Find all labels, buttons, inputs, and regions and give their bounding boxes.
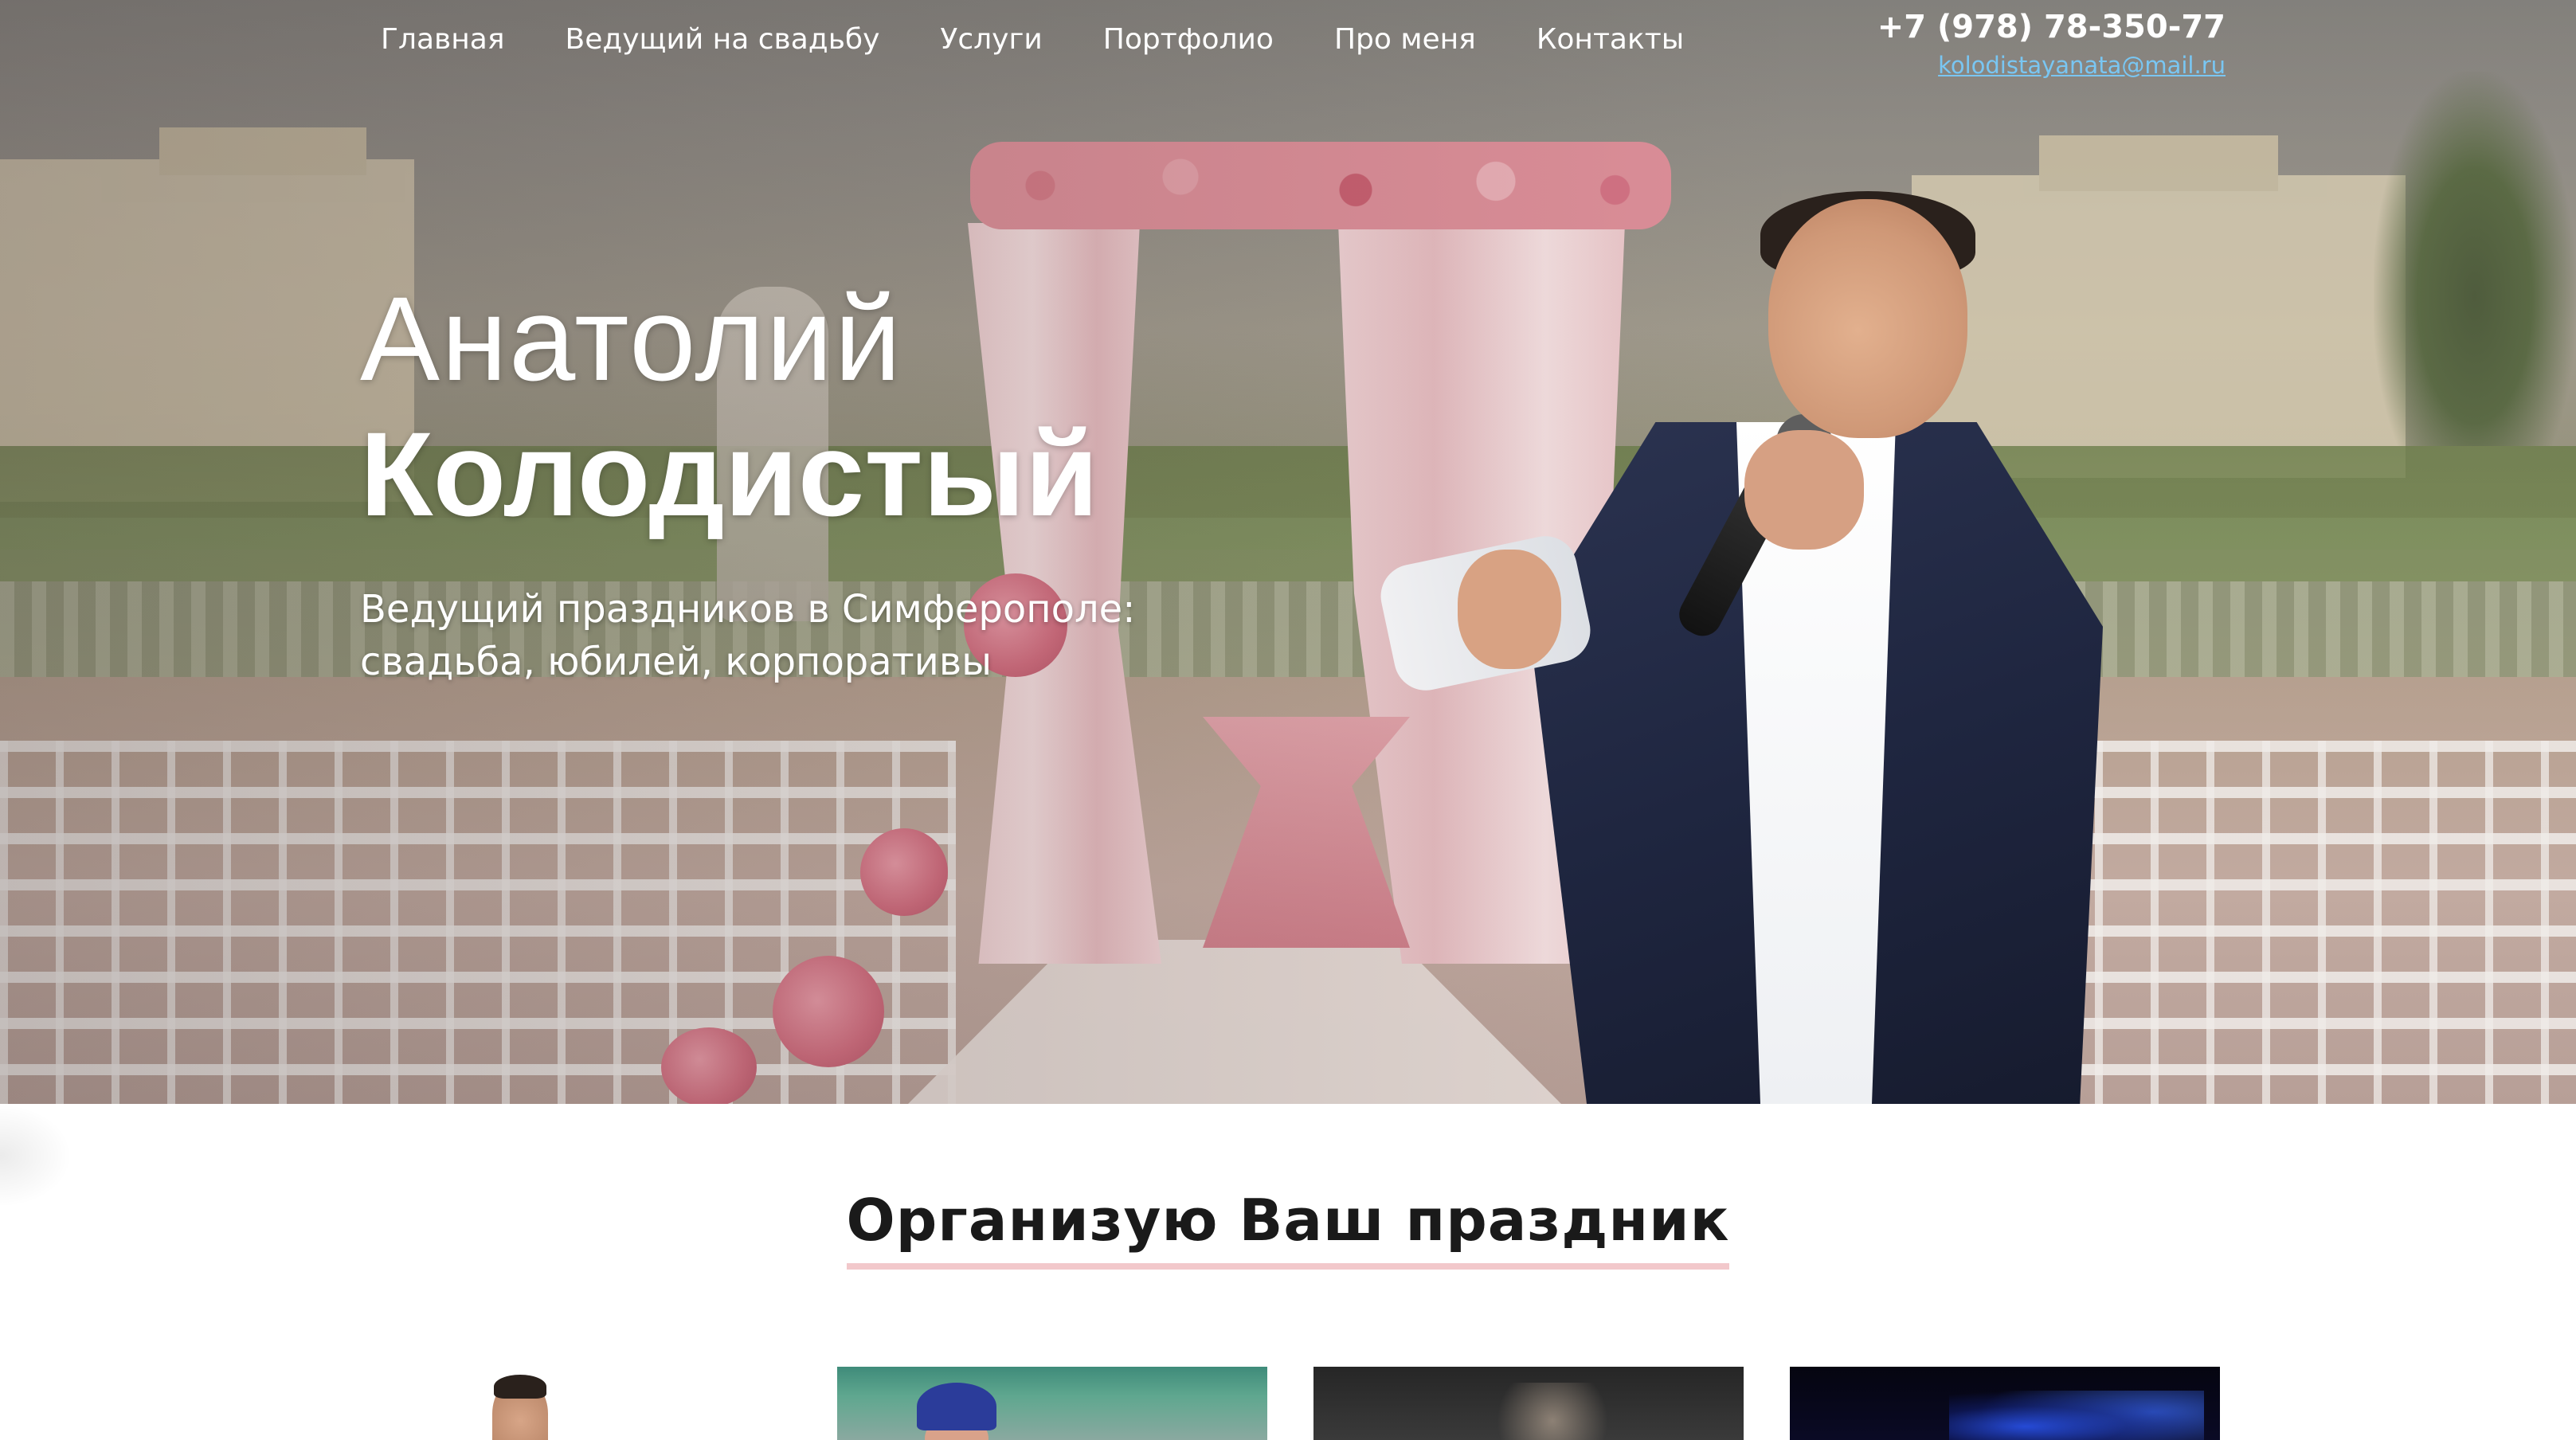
host-mic-hand: [1744, 430, 1864, 550]
service-card-host[interactable]: [361, 1367, 791, 1440]
host-portrait-photo: [492, 1375, 548, 1440]
concert-lights: [1949, 1391, 2204, 1440]
nav-item-contacts[interactable]: Контакты: [1506, 0, 1714, 81]
header-contacts: +7 (978) 78-350-77 kolodistayanata@mail.…: [1877, 5, 2226, 81]
nav-item-home[interactable]: Главная: [350, 0, 535, 81]
phone-link[interactable]: +7 (978) 78-350-77: [1877, 5, 2226, 49]
stage-spotlight: [1497, 1383, 1608, 1440]
main-nav: Главная Ведущий на свадьбу Услуги Портфо…: [350, 0, 1714, 80]
service-card-clown[interactable]: [837, 1367, 1267, 1440]
email-link[interactable]: kolodistayanata@mail.ru: [1877, 49, 2226, 81]
nav-item-wedding-host[interactable]: Ведущий на свадьбу: [535, 0, 910, 81]
section-title: Организую Ваш праздник: [846, 1187, 1730, 1270]
hero-text: Анатолий Колодистый Ведущий праздников в…: [360, 271, 1236, 688]
section-header: Организую Ваш праздник: [0, 1187, 2576, 1270]
service-card-stage[interactable]: [1313, 1367, 1744, 1440]
hero-subtitle: Ведущий праздников в Симферополе: свадьб…: [360, 583, 1236, 688]
host-face: [1768, 199, 1967, 438]
nav-item-portfolio[interactable]: Портфолио: [1073, 0, 1304, 81]
service-card-concert[interactable]: [1790, 1367, 2220, 1440]
nav-item-about[interactable]: Про меня: [1304, 0, 1506, 81]
clown-hat: [917, 1383, 996, 1430]
hero-subtitle-line-2: свадьба, юбилей, корпоративы: [360, 640, 992, 684]
hero-subtitle-line-1: Ведущий праздников в Симферополе:: [360, 587, 1136, 632]
host-last-name: Колодистый: [360, 407, 1099, 541]
nav-item-services[interactable]: Услуги: [910, 0, 1072, 81]
host-first-name: Анатолий: [360, 272, 903, 405]
host-thumbs-up-hand: [1458, 550, 1561, 669]
host-photo: [1375, 191, 2206, 1104]
service-cards: [361, 1367, 2220, 1440]
